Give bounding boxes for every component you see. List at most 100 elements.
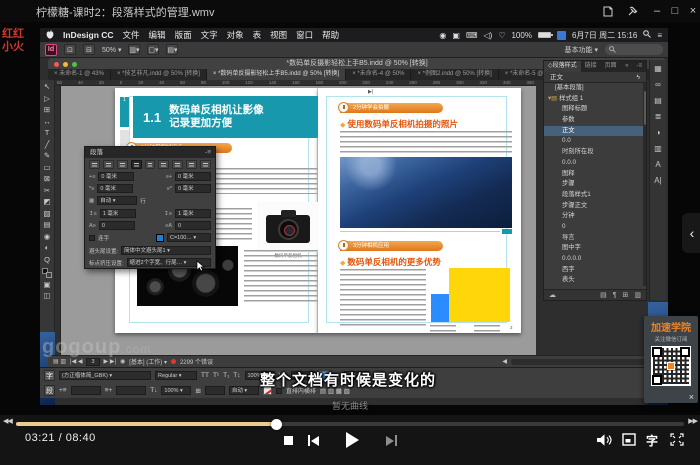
ruler-tick: 40 <box>159 80 164 85</box>
ruler-tick: 140 <box>269 80 277 85</box>
selection-tool-icon: ↖ <box>44 82 50 92</box>
mac-menubar: InDesign CC 文件编辑版面文字对象表视图窗口帮助 ◉ ▣ ⌨ ◁) ♡… <box>40 28 668 42</box>
character-styles-panel-icon: A <box>655 160 660 169</box>
right-indent-icon: ≡+ <box>105 387 113 394</box>
right-heading-2: ◆数码单反相机的更多优势 <box>340 256 441 268</box>
align-center-button <box>103 160 114 169</box>
line-tool-icon: ╱ <box>45 140 50 150</box>
qr-logo <box>667 362 675 370</box>
first-line-indent-field: 0 毫米 <box>97 184 133 193</box>
direct-selection-tool-icon: ▷ <box>44 94 50 104</box>
menu-items: 文件编辑版面文字对象表视图窗口帮助 <box>123 29 340 41</box>
close-button[interactable]: × <box>685 3 700 19</box>
justify-all-button <box>172 160 183 169</box>
scissors-tool-icon: ✂ <box>44 186 50 196</box>
left-indent-field: 0 毫米 <box>98 172 134 181</box>
workspace-switcher: 基本功能 ▾ <box>565 45 598 55</box>
apple-logo-icon <box>46 30 54 41</box>
panel-footer: ☁ ▤ ¶ ⊞ ▥ <box>544 289 646 300</box>
qr-close-button[interactable]: × <box>689 392 694 402</box>
redefine-style-icon: ϟ <box>637 72 640 83</box>
first-line-indent-icon: *≡ <box>89 186 94 192</box>
auto-leading-field: 自动 ▾ <box>229 386 259 395</box>
volume-icon: ◁) <box>483 31 492 40</box>
watermark: gogoup.com <box>42 336 151 359</box>
style-list-item: ▾▤[基本段落] <box>544 83 646 94</box>
window-title: 柠檬糖-课时2：段落样式的管理.wmv <box>36 4 214 20</box>
ruler-tick: 260 <box>409 80 417 85</box>
ruler-tick: 200 <box>339 80 347 85</box>
style-list-item: ▾▤西字 <box>544 265 646 276</box>
seek-back-icon[interactable]: ◀◀ <box>3 417 12 425</box>
new-style-icon: ⊞ <box>623 291 629 299</box>
hyphenate-label: 连字 <box>98 234 109 242</box>
delete-style-icon: ▥ <box>634 291 641 299</box>
shading-color-field: C=100… ▾ <box>167 233 211 242</box>
links-panel-icon: ∞ <box>655 80 661 89</box>
character-formatting-button: 字 <box>44 370 55 381</box>
menu-item: 窗口 <box>296 29 313 41</box>
drop-cap-lines-field: 0 <box>99 221 135 230</box>
landscape-photo <box>340 157 512 228</box>
justify-last-center-button <box>145 160 156 169</box>
font-family-field: (方正楷体简_GBK) ▾ <box>59 371 151 380</box>
swatches-panel-icon: ▦ <box>654 64 662 73</box>
play-button[interactable] <box>346 432 359 448</box>
grid-align-icon: ▦ <box>89 198 94 204</box>
last-line-indent-icon: ≡* <box>167 186 172 192</box>
fill-stroke-swatch <box>42 268 52 278</box>
style-list-item: ▾▤时刻所在段 <box>544 147 646 158</box>
mouse-cursor <box>196 259 205 277</box>
panel-dock: ▦∞▤≣◑▥AA| <box>649 60 666 300</box>
baseline-icon: T↓ <box>150 387 157 394</box>
prev-overlay-button[interactable]: ‹ <box>682 213 700 253</box>
gradient-feather-tool-icon: ▨ <box>43 209 50 219</box>
tab-paragraph-styles: ◇段落样式 <box>544 61 581 72</box>
subtitle-button[interactable]: 字 <box>646 432 658 449</box>
next-button[interactable] <box>386 435 397 446</box>
indesign-logo: Id <box>45 44 57 56</box>
maximize-button[interactable]: □ <box>667 3 683 19</box>
mini-screen-button[interactable] <box>622 433 636 446</box>
drop-cap-chars-field: 0 <box>175 221 211 230</box>
ruler-tick: 320 <box>480 80 488 85</box>
ruler-tick: 100 <box>222 80 230 85</box>
search-input <box>605 44 663 55</box>
display-icon: ▣ <box>452 31 460 40</box>
left-indent-icon: +≡ <box>59 387 67 394</box>
battery-icon <box>538 32 551 38</box>
progress-bar[interactable] <box>16 422 684 426</box>
pin-icon[interactable] <box>624 3 640 19</box>
style-list-item: ▾▤图释 <box>544 169 646 180</box>
ruler-tick: 0 <box>120 80 123 85</box>
player-controls: ◀◀ ▶▶ 03:21 / 08:40 字 <box>0 415 700 465</box>
volume-button[interactable] <box>596 433 612 447</box>
search-icon <box>609 46 616 53</box>
minimize-button[interactable]: – <box>649 3 665 19</box>
cc-sync-icon: ☁ <box>549 291 556 299</box>
previous-button[interactable] <box>308 435 319 446</box>
ruler-tick: 340 <box>503 80 511 85</box>
group-folder-icon: ▾▤ <box>548 95 557 102</box>
panel-collapse-icon: » <box>621 61 632 72</box>
document-tab: × *例图2.indd @ 50% [转换] <box>411 69 498 80</box>
popout-icon[interactable] <box>600 3 616 19</box>
style-list-item: ▾▤导言 <box>544 233 646 244</box>
menu-item: 文字 <box>201 29 218 41</box>
stop-button[interactable] <box>284 436 293 445</box>
ruler-tick: 20 <box>99 80 104 85</box>
type-tool-icon: T <box>45 128 50 138</box>
fullscreen-button[interactable] <box>670 433 684 446</box>
progress-handle[interactable] <box>271 419 282 430</box>
mojikumi-label: 标点挤压设置: <box>89 259 124 267</box>
justify-last-right-button <box>158 160 169 169</box>
ruler-tick: 300 <box>456 80 464 85</box>
space-after-icon: ↧≡ <box>164 211 172 217</box>
arrange-documents-button: ▤▾ <box>166 44 178 55</box>
vertical-scale-icon: T↕ <box>233 372 240 379</box>
right-heading-1: ◆使用数码单反相机拍摄的照片 <box>340 118 458 130</box>
panel-menu-icon: -≡ <box>205 147 211 158</box>
hyphenate-checkbox <box>89 235 95 241</box>
seek-forward-icon[interactable]: ▶▶ <box>688 417 697 425</box>
style-list-item: ▾▤图释标题 <box>544 104 646 115</box>
